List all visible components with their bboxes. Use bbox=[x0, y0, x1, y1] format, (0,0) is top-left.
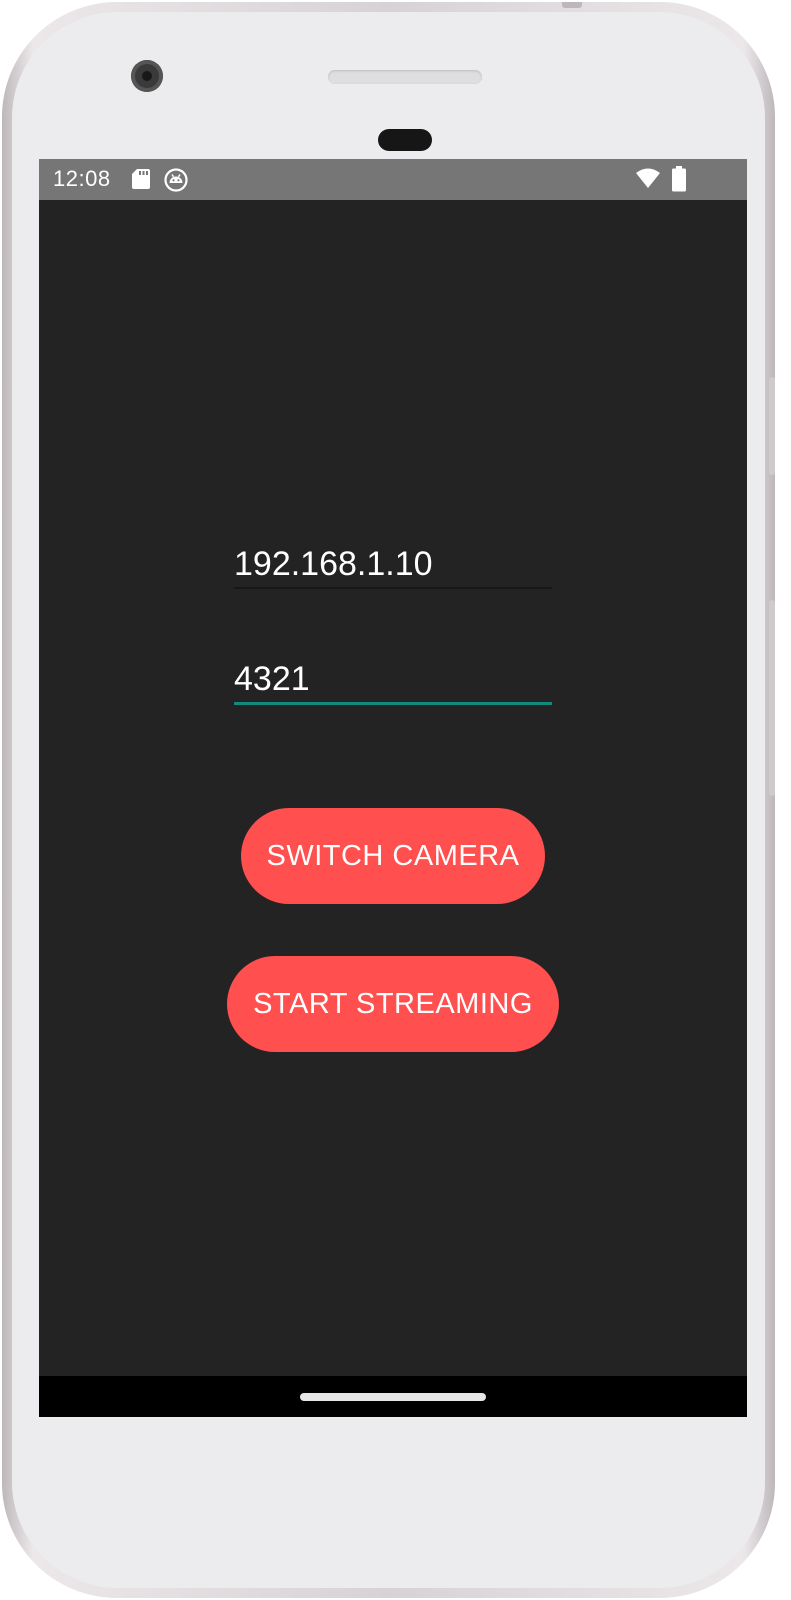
ip-address-input[interactable] bbox=[234, 541, 552, 589]
home-gesture-handle[interactable] bbox=[300, 1393, 486, 1401]
earpiece-speaker bbox=[328, 70, 482, 84]
android-debug-icon bbox=[164, 168, 188, 197]
start-streaming-button[interactable]: START STREAMING bbox=[227, 956, 559, 1052]
volume-key bbox=[769, 377, 775, 475]
sd-card-icon bbox=[131, 168, 151, 195]
port-input[interactable] bbox=[234, 657, 552, 705]
power-key bbox=[769, 600, 775, 796]
front-camera bbox=[131, 60, 163, 92]
app-screen: 12:08 192.168.1.10 4321 SWITCH CAMERA ST… bbox=[39, 159, 747, 1417]
status-bar: 12:08 bbox=[39, 159, 747, 200]
status-time: 12:08 bbox=[53, 166, 111, 191]
navigation-bar bbox=[39, 1376, 747, 1417]
wifi-icon bbox=[635, 167, 661, 194]
top-frame-notch bbox=[562, 2, 582, 8]
proximity-sensor bbox=[378, 129, 432, 151]
battery-icon bbox=[672, 166, 686, 197]
switch-camera-button[interactable]: SWITCH CAMERA bbox=[241, 808, 545, 904]
